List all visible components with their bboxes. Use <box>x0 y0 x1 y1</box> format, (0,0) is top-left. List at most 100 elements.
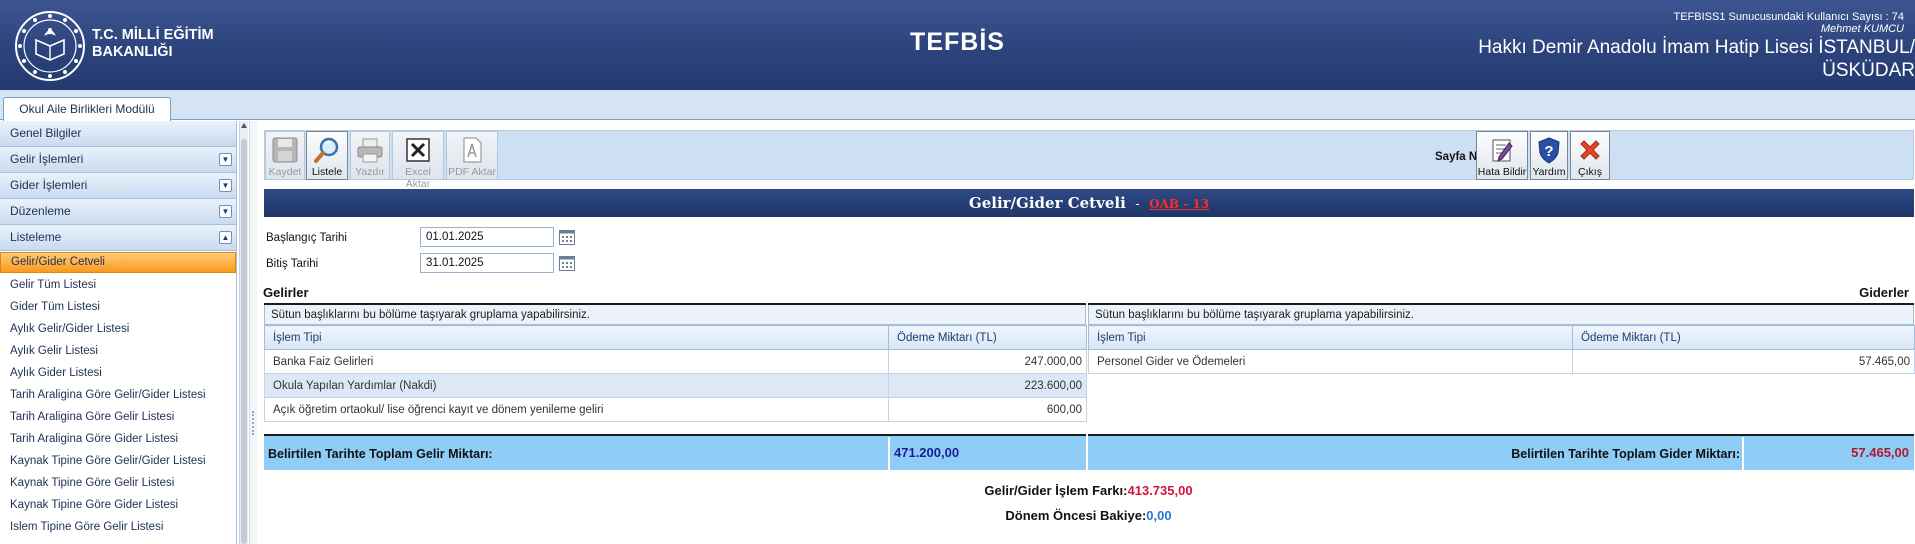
previous-balance-label: Dönem Öncesi Bakiye: <box>1005 508 1147 523</box>
excel-icon <box>406 138 430 162</box>
sidebar-item-gelir-tum-listesi[interactable]: Gelir Tüm Listesi <box>0 274 236 296</box>
difference-label: Gelir/Gider İşlem Farkı: <box>984 483 1128 498</box>
print-button[interactable]: Yazdır <box>350 131 390 180</box>
sidebar-item-tarih-gelir-listesi[interactable]: Tarih Araligina Göre Gelir Listesi <box>0 406 236 428</box>
chevron-up-icon[interactable]: ▲ <box>219 231 232 244</box>
report-title: Gelir/Gider Cetveli <box>968 194 1126 212</box>
ministry-line-2: BAKANLIĞI <box>92 44 173 60</box>
income-type-cell[interactable]: Açık öğretim ortaokul/ lise öğrenci kayı… <box>264 397 889 422</box>
income-group-panel[interactable]: Sütun başlıklarını bu bölüme taşıyarak g… <box>264 305 1086 325</box>
sidebar-item-tarih-gider-listesi[interactable]: Tarih Araligina Göre Gider Listesi <box>0 428 236 450</box>
expense-amount-cell[interactable]: 57.465,00 <box>1572 349 1915 374</box>
income-col-type[interactable]: İşlem Tipi <box>264 325 889 350</box>
report-code-link[interactable]: OAB - 13 <box>1149 197 1209 211</box>
income-amount-cell[interactable]: 600,00 <box>888 397 1087 422</box>
expense-total-value: 57.465,00 <box>1742 437 1914 470</box>
income-type-cell[interactable]: Okula Yapılan Yardımlar (Nakdi) <box>264 373 889 398</box>
table-row[interactable]: Banka Faiz Gelirleri 247.000,00 <box>264 349 1087 374</box>
difference-value: 413.735,00 <box>1127 483 1193 498</box>
report-error-button[interactable]: Hata Bildir <box>1476 131 1528 180</box>
excel-export-button[interactable]: Excel Aktar <box>392 131 444 190</box>
sidebar-item-kaynak-gelir-gider-listesi[interactable]: Kaynak Tipine Göre Gelir/Gider Listesi <box>0 450 236 472</box>
sidebar-section-listeleme[interactable]: Listeleme ▲ <box>0 225 236 251</box>
calendar-icon[interactable] <box>559 230 575 245</box>
previous-balance: Dönem Öncesi Bakiye:0,00 <box>262 508 1915 523</box>
report-title-bar: Gelir/Gider Cetveli - OAB - 13 <box>264 189 1914 217</box>
exit-button-label: Çıkış <box>1578 166 1602 178</box>
school-name-line-2: ÜSKÜDAR <box>1822 60 1915 81</box>
sidebar-item-tarih-gelir-gider-listesi[interactable]: Tarih Araligina Göre Gelir/Gider Listesi <box>0 384 236 406</box>
report-title-separator: - <box>1135 197 1140 211</box>
start-date-input[interactable] <box>420 227 554 247</box>
end-date-input[interactable] <box>420 253 554 273</box>
sidebar-section-genel-bilgiler[interactable]: Genel Bilgiler <box>0 121 236 147</box>
sidebar-scrollbar-thumb[interactable] <box>241 139 247 544</box>
main-content: Kaydet Listele Yazdır Excel Aktar PDF Ak… <box>262 121 1915 544</box>
sidebar-section-gider-islemleri[interactable]: Gider İşlemleri ▼ <box>0 173 236 199</box>
income-table: İşlem Tipi Ödeme Miktarı (TL) Banka Faiz… <box>264 325 1087 422</box>
help-button[interactable]: ? Yardım <box>1530 131 1568 180</box>
module-tab-strip: Okul Aile Birlikleri Modülü <box>0 90 1915 121</box>
ministry-name: T.C. MİLLİ EĞİTİM BAKANLIĞI <box>92 27 214 61</box>
pdf-export-button[interactable]: PDF Aktar <box>446 131 498 180</box>
pane-splitter[interactable] <box>249 121 257 544</box>
expense-table: İşlem Tipi Ödeme Miktarı (TL) Personel G… <box>1088 325 1915 374</box>
server-user-count: TEFBISS1 Sunucusundaki Kullanıcı Sayısı … <box>1673 11 1904 23</box>
calendar-icon[interactable] <box>559 256 575 271</box>
end-date-label: Bitiş Tarihi <box>266 258 319 270</box>
sidebar-item-islem-gelir-listesi[interactable]: Islem Tipine Göre Gelir Listesi <box>0 516 236 538</box>
list-button[interactable]: Listele <box>306 131 348 180</box>
income-section-title: Gelirler <box>263 285 309 300</box>
chevron-down-icon[interactable]: ▼ <box>219 205 232 218</box>
expense-col-type[interactable]: İşlem Tipi <box>1088 325 1573 350</box>
income-amount-cell[interactable]: 247.000,00 <box>888 349 1087 374</box>
svg-text:?: ? <box>1544 143 1553 160</box>
pdf-export-button-label: PDF Aktar <box>448 166 496 178</box>
user-name: Mehmet KUMCU <box>1820 23 1904 35</box>
splitter-grip-icon[interactable] <box>252 411 254 435</box>
tab-okul-aile-birlikleri[interactable]: Okul Aile Birlikleri Modülü <box>3 97 171 121</box>
exit-button[interactable]: Çıkış <box>1570 131 1610 180</box>
expense-total-bar: Belirtilen Tarihte Toplam Gider Miktarı:… <box>1088 434 1914 470</box>
income-grid: Sütun başlıklarını bu bölüme taşıyarak g… <box>264 303 1087 422</box>
sidebar-item-aylik-gider-listesi[interactable]: Aylık Gider Listesi <box>0 362 236 384</box>
edit-note-icon <box>1492 139 1513 162</box>
sidebar-scrollbar[interactable] <box>239 121 248 544</box>
income-amount-cell[interactable]: 223.600,00 <box>888 373 1087 398</box>
table-row[interactable]: Okula Yapılan Yardımlar (Nakdi) 223.600,… <box>264 373 1087 398</box>
expense-total-label: Belirtilen Tarihte Toplam Gider Miktarı: <box>1511 447 1740 461</box>
sidebar-section-duzenleme[interactable]: Düzenleme ▼ <box>0 199 236 225</box>
sidebar-item-aylik-gelir-listesi[interactable]: Aylık Gelir Listesi <box>0 340 236 362</box>
table-row[interactable]: Açık öğretim ortaokul/ lise öğrenci kayı… <box>264 397 1087 422</box>
list-button-label: Listele <box>311 166 343 178</box>
income-type-cell[interactable]: Banka Faiz Gelirleri <box>264 349 889 374</box>
school-name-line-1: Hakkı Demir Anadolu İmam Hatip Lisesi İS… <box>1478 37 1915 58</box>
sidebar-section-gelir-islemleri[interactable]: Gelir İşlemleri ▼ <box>0 147 236 173</box>
chevron-down-icon[interactable]: ▼ <box>219 153 232 166</box>
expense-section-title: Giderler <box>1859 285 1909 300</box>
save-button[interactable]: Kaydet <box>265 131 305 180</box>
sidebar-item-gider-tum-listesi[interactable]: Gider Tüm Listesi <box>0 296 236 318</box>
table-row[interactable]: Personel Gider ve Ödemeleri 57.465,00 <box>1088 349 1915 374</box>
scroll-up-icon[interactable] <box>241 123 247 128</box>
save-button-label: Kaydet <box>268 166 302 178</box>
expense-group-panel[interactable]: Sütun başlıklarını bu bölüme taşıyarak g… <box>1088 305 1914 325</box>
app-header: T.C. MİLLİ EĞİTİM BAKANLIĞI TEFBİS TEFBI… <box>0 0 1915 90</box>
sidebar-section-label: Listeleme <box>10 230 62 244</box>
chevron-down-icon[interactable]: ▼ <box>219 179 232 192</box>
sidebar-section-label: Gider İşlemleri <box>10 178 88 192</box>
sidebar-item-kaynak-gelir-listesi[interactable]: Kaynak Tipine Göre Gelir Listesi <box>0 472 236 494</box>
excel-export-button-label: Excel Aktar <box>405 166 431 190</box>
income-total-bar: Belirtilen Tarihte Toplam Gelir Miktarı:… <box>264 434 1086 470</box>
sidebar: Genel Bilgiler Gelir İşlemleri ▼ Gider İ… <box>0 121 237 544</box>
printer-icon <box>357 138 383 163</box>
sidebar-item-kaynak-gider-listesi[interactable]: Kaynak Tipine Göre Gider Listesi <box>0 494 236 516</box>
ministry-line-1: T.C. MİLLİ EĞİTİM <box>92 27 214 43</box>
expense-col-amount[interactable]: Ödeme Miktarı (TL) <box>1572 325 1915 350</box>
toolbar: Kaydet Listele Yazdır Excel Aktar PDF Ak… <box>264 130 1914 190</box>
sidebar-item-aylik-gelir-gider-listesi[interactable]: Aylık Gelir/Gider Listesi <box>0 318 236 340</box>
income-col-amount[interactable]: Ödeme Miktarı (TL) <box>888 325 1087 350</box>
sidebar-item-gelir-gider-cetveli[interactable]: Gelir/Gider Cetveli <box>0 252 236 273</box>
help-shield-icon: ? <box>1538 137 1560 164</box>
expense-type-cell[interactable]: Personel Gider ve Ödemeleri <box>1088 349 1573 374</box>
